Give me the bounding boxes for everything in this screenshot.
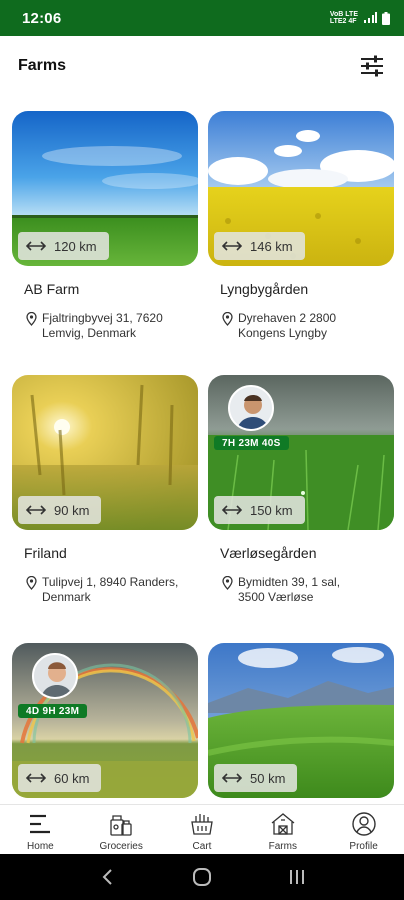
nav-profile[interactable]: Profile — [323, 805, 404, 854]
farm-image: 120 km — [12, 111, 198, 266]
nav-home[interactable]: Home — [0, 805, 81, 854]
system-back-button[interactable] — [92, 862, 122, 892]
nav-label: Profile — [349, 841, 378, 852]
recents-icon — [289, 870, 304, 884]
nav-label: Farms — [268, 841, 297, 852]
status-time: 12:06 — [22, 9, 62, 27]
location-pin-icon — [26, 312, 37, 326]
distance-badge: 50 km — [214, 764, 298, 792]
location-pin-icon — [222, 576, 233, 590]
nav-label: Cart — [192, 841, 212, 852]
sliders-icon — [361, 55, 383, 77]
farm-card[interactable]: 50 km — [208, 643, 394, 798]
battery-icon — [382, 11, 390, 25]
distance-badge: 146 km — [214, 232, 305, 260]
seller-avatar — [228, 385, 274, 431]
nav-cart[interactable]: Cart — [162, 805, 243, 854]
page-title: Farms — [18, 57, 67, 74]
system-recents-button[interactable] — [282, 862, 312, 892]
farm-image: 146 km — [208, 111, 394, 266]
nav-groceries[interactable]: Groceries — [81, 805, 162, 854]
status-icons: VoB LTE LTE2 4F — [330, 11, 390, 25]
profile-icon — [351, 812, 376, 836]
distance-badge: 150 km — [214, 496, 305, 524]
nav-farms[interactable]: Farms — [242, 805, 323, 854]
farm-image: 4D 9H 23M 60 km — [12, 643, 198, 798]
farm-address: Tulipvej 1, 8940 Randers, Denmark — [26, 575, 198, 605]
menu-icon — [30, 814, 51, 834]
bottom-nav: Home Groceries Cart Farms Profile — [0, 804, 404, 854]
barn-icon — [271, 813, 295, 835]
seller-avatar — [32, 653, 78, 699]
distance-badge: 60 km — [18, 764, 102, 792]
back-chevron-icon — [102, 869, 113, 885]
farm-address: Dyrehaven 2 2800 Kongens Lyngby — [222, 311, 394, 341]
countdown-badge: 7H 23M 40S — [214, 436, 289, 450]
farm-address: Fjaltringbyvej 31, 7620 Lemvig, Denmark — [26, 311, 198, 341]
farm-image: 7H 23M 40S 150 km — [208, 375, 394, 530]
network-label: VoB LTE LTE2 4F — [329, 11, 358, 25]
signal-icon — [364, 12, 377, 23]
location-pin-icon — [222, 312, 233, 326]
farm-address: Bymidten 39, 1 sal, 3500 Værløse — [222, 575, 394, 605]
status-bar: 12:06 VoB LTE LTE2 4F — [0, 0, 404, 36]
distance-arrows-icon — [26, 505, 46, 515]
distance-arrows-icon — [26, 773, 46, 783]
system-nav-bar — [0, 854, 404, 900]
distance-arrows-icon — [222, 773, 242, 783]
farm-grid: 120 km AB Farm Fjaltringbyvej 31, 7620 L… — [0, 96, 404, 804]
farm-name: Værløsegården — [220, 545, 317, 561]
system-home-button[interactable] — [187, 862, 217, 892]
farm-card[interactable]: 7H 23M 40S 150 km Værløsegården Bymidten… — [208, 375, 394, 605]
location-pin-icon — [26, 576, 37, 590]
farm-image: 50 km — [208, 643, 394, 798]
farm-card[interactable]: 90 km Friland Tulipvej 1, 8940 Randers, … — [12, 375, 198, 605]
countdown-badge: 4D 9H 23M — [18, 704, 88, 718]
farm-card[interactable]: 120 km AB Farm Fjaltringbyvej 31, 7620 L… — [12, 111, 198, 341]
farm-name: Friland — [24, 545, 67, 561]
filter-button[interactable] — [358, 52, 386, 80]
distance-badge: 120 km — [18, 232, 109, 260]
nav-label: Home — [27, 841, 54, 852]
groceries-icon — [110, 815, 132, 836]
nav-label: Groceries — [99, 841, 143, 852]
distance-arrows-icon — [26, 241, 46, 251]
farm-card[interactable]: 4D 9H 23M 60 km — [12, 643, 198, 798]
cart-icon — [191, 814, 213, 835]
distance-arrows-icon — [222, 505, 242, 515]
distance-arrows-icon — [222, 241, 242, 251]
farm-card[interactable]: 146 km Lyngbygården Dyrehaven 2 2800 Kon… — [208, 111, 394, 341]
farm-name: AB Farm — [24, 281, 80, 297]
home-circle-icon — [192, 868, 211, 886]
header: Farms — [0, 36, 404, 96]
farm-name: Lyngbygården — [220, 281, 309, 297]
farm-image: 90 km — [12, 375, 198, 530]
distance-badge: 90 km — [18, 496, 102, 524]
